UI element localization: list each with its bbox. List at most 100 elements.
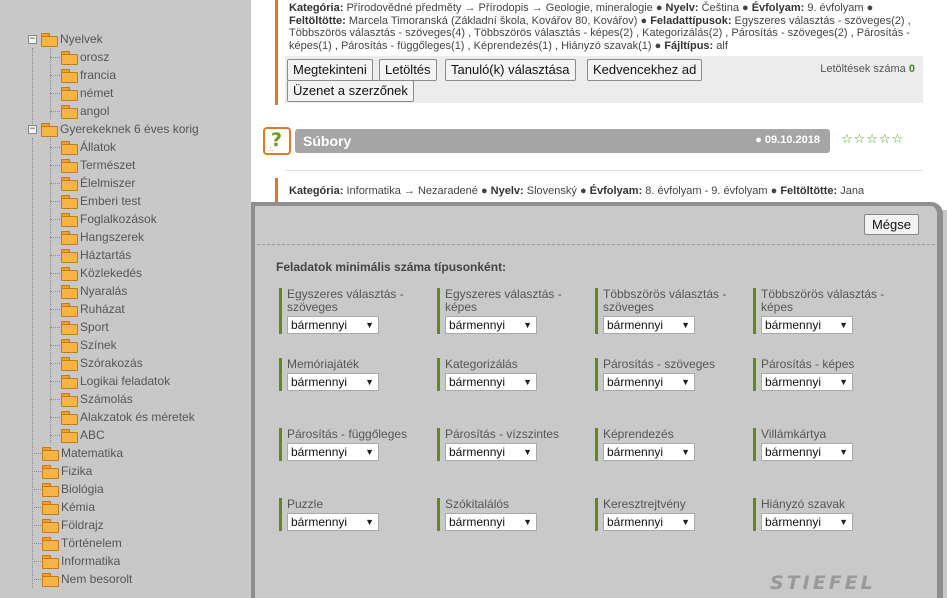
- tree-item[interactable]: Sport: [61, 318, 109, 336]
- tree-item-label: francia: [80, 68, 117, 82]
- tree-guide-line: [50, 48, 51, 119]
- dropdown-arrow-icon: ▼: [681, 517, 690, 527]
- folder-icon: [41, 123, 58, 137]
- tree-item-label: Háztartás: [80, 248, 132, 262]
- min-count-select[interactable]: bármennyi ▼: [287, 443, 379, 461]
- min-count-select[interactable]: bármennyi ▼: [287, 513, 379, 531]
- tree-item[interactable]: Kémia: [42, 498, 95, 516]
- tree-item-label: Fizika: [61, 464, 93, 478]
- message-author-button[interactable]: Üzenet a szerzőnek: [287, 80, 414, 102]
- min-count-select[interactable]: bármennyi ▼: [445, 373, 537, 391]
- tree-item[interactable]: Matematika: [42, 444, 123, 462]
- add-favorite-button[interactable]: Kedvencekhez ad: [587, 59, 703, 81]
- tree-item[interactable]: Ruházat: [61, 300, 125, 318]
- select-value: bármennyi: [291, 445, 348, 459]
- metadata-key: Kategória:: [289, 185, 344, 197]
- min-count-select[interactable]: bármennyi ▼: [287, 373, 379, 391]
- min-count-select[interactable]: bármennyi ▼: [287, 316, 379, 334]
- tree-item[interactable]: Logikai feladatok: [61, 372, 170, 390]
- tree-guide-line: [50, 75, 60, 76]
- tree-guide-line: [50, 417, 60, 418]
- select-students-button[interactable]: Tanuló(k) választása: [445, 59, 576, 81]
- filter-label: Szókitalálós: [445, 497, 510, 511]
- min-count-select[interactable]: bármennyi ▼: [603, 373, 695, 391]
- tree-item[interactable]: Foglalkozások: [61, 210, 157, 228]
- tree-item[interactable]: Nyaralás: [61, 282, 127, 300]
- tree-item[interactable]: Élelmiszer: [61, 174, 135, 192]
- min-count-select[interactable]: bármennyi ▼: [761, 513, 853, 531]
- folder-icon: [61, 177, 78, 191]
- tree-item-label: Emberi test: [80, 194, 141, 208]
- folder-icon: [61, 375, 78, 389]
- dropdown-arrow-icon: ▼: [523, 447, 532, 457]
- tree-guide-line: [50, 435, 60, 436]
- tree-item[interactable]: francia: [61, 66, 116, 84]
- tree-item[interactable]: Állatok: [61, 138, 116, 156]
- min-count-select[interactable]: bármennyi ▼: [603, 443, 695, 461]
- metadata-key: Kategória:: [289, 2, 344, 14]
- tree-guide-line: [50, 165, 60, 166]
- filter-label: Villámkártya: [761, 427, 827, 441]
- min-count-select[interactable]: bármennyi ▼: [761, 443, 853, 461]
- tree-item[interactable]: Hangszerek: [61, 228, 144, 246]
- tree-item-label: Történelem: [61, 536, 122, 550]
- tree-guide-line: [32, 507, 41, 508]
- tree-item[interactable]: Számolás: [61, 390, 133, 408]
- entry-title-bar[interactable]: Súbory ● 09.10.2018: [295, 129, 830, 153]
- tree-item[interactable]: Földrajz: [42, 516, 104, 534]
- filter-label: Párosítás - képes: [761, 357, 855, 371]
- min-count-select[interactable]: bármennyi ▼: [761, 316, 853, 334]
- task-type-filter: Puzzle bármennyi ▼: [279, 498, 429, 531]
- filter-label: Párosítás - szöveges: [603, 357, 716, 371]
- download-count: Letöltések száma 0: [820, 63, 915, 75]
- tree-item[interactable]: − Gyerekeknek 6 éves korig: [28, 120, 199, 138]
- folder-icon: [61, 321, 78, 335]
- min-count-select[interactable]: bármennyi ▼: [761, 373, 853, 391]
- folder-icon: [61, 51, 78, 65]
- tree-guide-line: [50, 111, 60, 112]
- tree-item[interactable]: Fizika: [42, 462, 92, 480]
- tree-item[interactable]: orosz: [61, 48, 109, 66]
- tree-item[interactable]: Történelem: [42, 534, 122, 552]
- tree-item[interactable]: Háztartás: [61, 246, 131, 264]
- task-list: Kategória: Přírodovědné předměty → Příro…: [251, 0, 947, 210]
- tree-item-label: német: [80, 86, 114, 100]
- folder-icon: [41, 33, 58, 47]
- task-type-filter: Egyszeres választás - szöveges bármennyi ▼: [279, 288, 429, 334]
- tree-item-label: Nem besorolt: [61, 572, 133, 586]
- metadata-value: Marcela Timoranská (Základní škola, Ková…: [345, 14, 651, 27]
- tree-item[interactable]: Emberi test: [61, 192, 141, 210]
- min-count-select[interactable]: bármennyi ▼: [603, 513, 695, 531]
- tree-item[interactable]: német: [61, 84, 113, 102]
- select-value: bármennyi: [607, 375, 664, 389]
- rating-stars[interactable]: ☆☆☆☆☆: [841, 132, 904, 147]
- min-count-select[interactable]: bármennyi ▼: [445, 513, 537, 531]
- min-count-select[interactable]: bármennyi ▼: [445, 316, 537, 334]
- metadata-line: Kategória: Přírodovědné předměty → Příro…: [289, 2, 939, 15]
- tree-item[interactable]: angol: [61, 102, 109, 120]
- tree-item[interactable]: − Nyelvek: [28, 30, 103, 48]
- tree-item[interactable]: Alakzatok és méretek: [61, 408, 195, 426]
- view-button[interactable]: Megtekinteni: [287, 59, 373, 81]
- task-type-filter: Keresztrejtvény bármennyi ▼: [595, 498, 745, 531]
- tree-item[interactable]: Természet: [61, 156, 135, 174]
- dropdown-arrow-icon: ▼: [365, 517, 374, 527]
- tree-item[interactable]: ABC: [61, 426, 105, 444]
- tree-guide-line: [50, 399, 60, 400]
- download-button[interactable]: Letöltés: [379, 59, 437, 81]
- entry-actions: Megtekinteni Letöltés Tanuló(k) választá…: [285, 56, 923, 103]
- tree-item[interactable]: Biológia: [42, 480, 104, 498]
- tree-guide-line: [50, 273, 60, 274]
- tree-item[interactable]: Informatika: [42, 552, 120, 570]
- tree-item[interactable]: Szórakozás: [61, 354, 143, 372]
- tree-item-label: Informatika: [61, 554, 121, 568]
- tree-item[interactable]: Nem besorolt: [42, 570, 132, 588]
- collapse-icon[interactable]: −: [28, 124, 37, 134]
- cancel-button[interactable]: Mégse: [863, 214, 919, 235]
- min-count-select[interactable]: bármennyi ▼: [445, 443, 537, 461]
- tree-item[interactable]: Színek: [61, 336, 117, 354]
- collapse-icon[interactable]: −: [28, 34, 37, 44]
- min-count-select[interactable]: bármennyi ▼: [603, 316, 695, 334]
- tree-item[interactable]: Közlekedés: [61, 264, 142, 282]
- select-value: bármennyi: [291, 318, 348, 332]
